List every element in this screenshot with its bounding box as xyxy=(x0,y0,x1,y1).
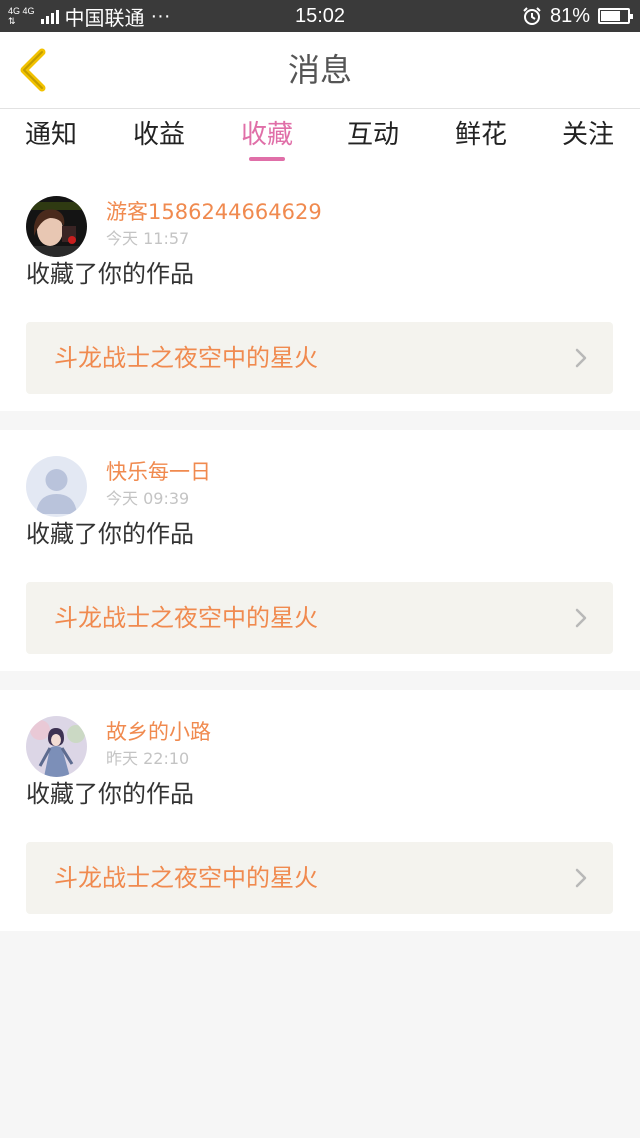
status-bar: 4G 4G ⇅ 中国联通 ··· 15:02 81% xyxy=(0,0,640,32)
tab-label: 通知 xyxy=(24,120,77,150)
message-card: 游客1586244664629 今天 11:57 收藏了你的作品 斗龙战士之夜空… xyxy=(0,170,640,411)
work-link[interactable]: 斗龙战士之夜空中的星火 xyxy=(26,322,613,394)
tab-label: 收益 xyxy=(132,120,185,150)
battery-percent: 81% xyxy=(549,4,590,27)
alarm-clock-icon xyxy=(523,7,541,25)
message-card: 快乐每一日 今天 09:39 收藏了你的作品 斗龙战士之夜空中的星火 xyxy=(0,430,640,671)
timestamp: 昨天 22:10 xyxy=(106,749,190,768)
tab-interactions[interactable]: 互动 xyxy=(328,109,418,171)
username[interactable]: 游客1586244664629 xyxy=(106,196,322,226)
action-text: 收藏了你的作品 xyxy=(26,260,194,288)
timestamp: 今天 11:57 xyxy=(106,229,190,248)
tab-label: 互动 xyxy=(346,120,399,150)
work-title: 斗龙战士之夜空中的星火 xyxy=(54,864,318,892)
nav-header: 消息 xyxy=(0,32,640,109)
work-title: 斗龙战士之夜空中的星火 xyxy=(54,344,318,372)
default-user-avatar[interactable] xyxy=(26,456,87,517)
tab-notifications[interactable]: 通知 xyxy=(6,109,96,171)
illustration-avatar[interactable] xyxy=(26,716,87,777)
timestamp: 今天 09:39 xyxy=(106,489,190,508)
chevron-right-icon xyxy=(575,868,587,888)
message-card: 故乡的小路 昨天 22:10 收藏了你的作品 斗龙战士之夜空中的星火 xyxy=(0,690,640,931)
tab-flowers[interactable]: 鲜花 xyxy=(436,109,526,171)
work-link[interactable]: 斗龙战士之夜空中的星火 xyxy=(26,842,613,914)
message-tabs: 通知 收益 收藏 互动 鲜花 关注 xyxy=(0,109,640,171)
battery-level-fill xyxy=(601,11,620,21)
username[interactable]: 故乡的小路 xyxy=(106,716,211,746)
active-tab-indicator xyxy=(249,157,285,161)
tab-label: 关注 xyxy=(561,120,614,150)
tab-following[interactable]: 关注 xyxy=(543,109,633,171)
tab-favorites[interactable]: 收藏 xyxy=(222,109,312,171)
chevron-right-icon xyxy=(575,348,587,368)
chevron-right-icon xyxy=(575,608,587,628)
username[interactable]: 快乐每一日 xyxy=(106,456,211,486)
work-title: 斗龙战士之夜空中的星火 xyxy=(54,604,318,632)
tab-earnings[interactable]: 收益 xyxy=(114,109,204,171)
photo-avatar[interactable] xyxy=(26,196,87,257)
status-bar-right: 81% xyxy=(522,0,633,32)
battery-icon xyxy=(598,8,633,24)
action-text: 收藏了你的作品 xyxy=(26,520,194,548)
work-link[interactable]: 斗龙战士之夜空中的星火 xyxy=(26,582,613,654)
page-title: 消息 xyxy=(287,51,352,89)
tab-label: 鲜花 xyxy=(454,120,507,150)
tab-label: 收藏 xyxy=(240,120,293,150)
action-text: 收藏了你的作品 xyxy=(26,780,194,808)
